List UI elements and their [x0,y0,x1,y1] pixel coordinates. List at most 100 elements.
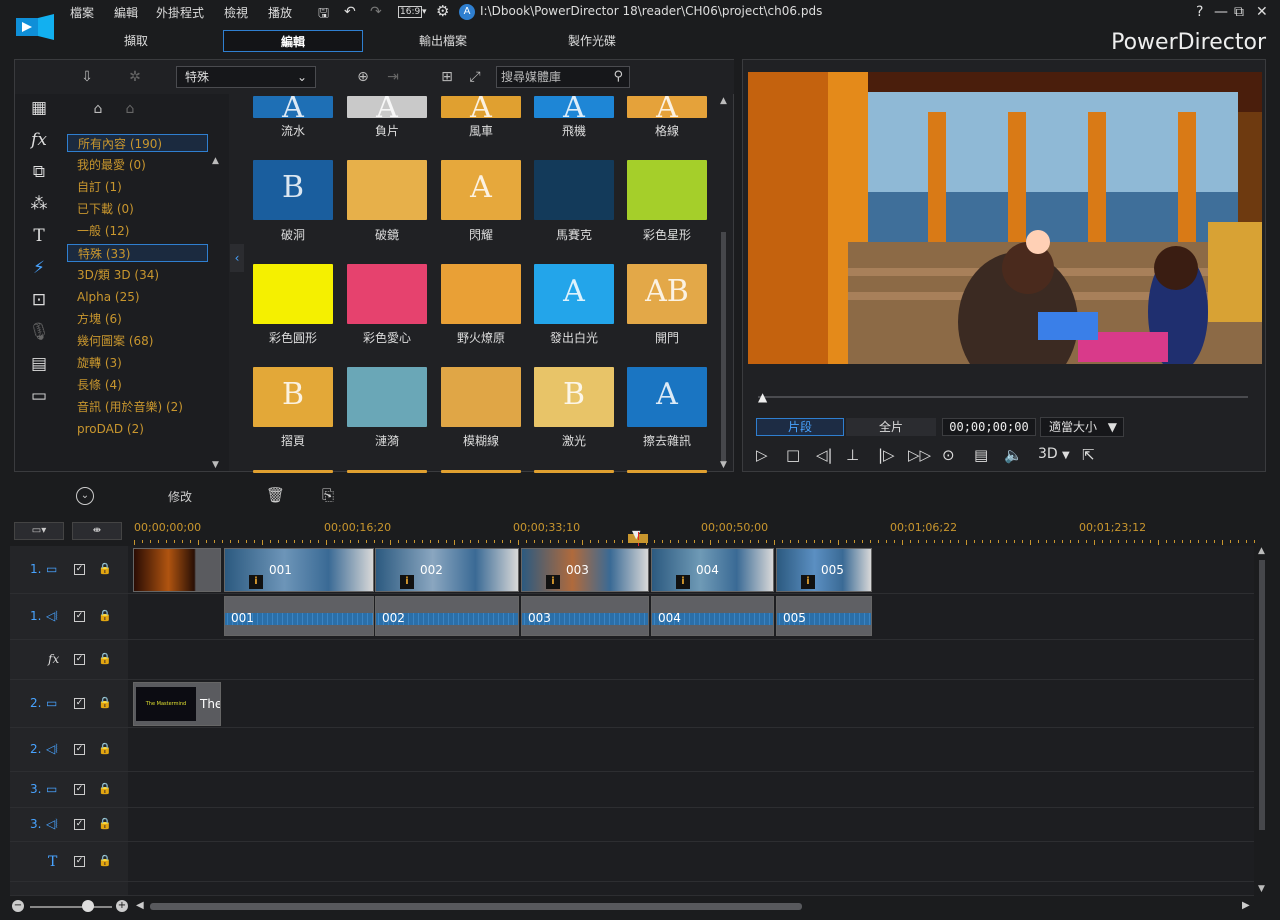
effect-thumbnail[interactable] [347,367,427,427]
aspect-ratio-button[interactable]: 16:9 [398,6,423,18]
prev-frame-icon[interactable]: ◁| [816,446,833,464]
voice-record-icon[interactable]: 🎙 [27,320,51,344]
video-clip[interactable]: 002 i [375,548,519,592]
lock-icon[interactable]: 🔒 [98,562,112,575]
restore-button[interactable]: ⧉ [1234,4,1244,20]
track-enable-checkbox[interactable]: ✓ [74,819,85,830]
zoom-in-icon[interactable]: + [116,900,128,912]
audio-clip[interactable]: 001 [224,596,374,636]
subtitle-room-icon[interactable]: ▭ [27,384,51,408]
category-item[interactable]: 已下載 (0) [67,200,208,218]
cat-scroll-up-icon[interactable]: ▲ [212,156,219,166]
menu-edit[interactable]: 編輯 [114,4,138,21]
effect-thumbnail[interactable] [441,470,521,473]
h-scroll-right-icon[interactable]: ▶ [1242,900,1250,911]
effect-thumbnail[interactable]: A [441,96,521,118]
remove-tag-icon[interactable]: ⌂ [121,100,139,118]
menu-plugins[interactable]: 外掛程式 [156,4,204,21]
track-enable-checkbox[interactable]: ✓ [74,784,85,795]
playhead-handle[interactable]: ▼ [632,528,640,541]
full-movie-button[interactable]: 全片 [846,418,936,436]
effect-thumbnail[interactable] [253,470,333,473]
settings-gear-icon[interactable]: ⚙ [436,2,449,20]
timecode-display[interactable]: 00;00;00;00 [942,418,1036,436]
effect-thumbnail[interactable]: A [347,96,427,118]
tab-produce[interactable]: 輸出檔案 [373,30,513,52]
3d-button[interactable]: 3D [1038,446,1058,462]
detach-preview-icon[interactable]: ⇱ [1082,446,1095,464]
particle-room-icon[interactable]: ⁂ [27,192,51,216]
volume-icon[interactable]: 🔈 [1004,446,1023,464]
fast-forward-icon[interactable]: ▷▷ [908,446,931,464]
track-enable-checkbox[interactable]: ✓ [74,856,85,867]
h-scroll-left-icon[interactable]: ◀ [136,900,144,911]
filter-dropdown[interactable]: 特殊 ⌄ [176,66,316,88]
effect-thumbnail[interactable]: A [627,367,707,427]
effect-thumbnail[interactable] [441,367,521,427]
timeline-menu-icon[interactable]: ⌄ [76,487,94,505]
tab-edit[interactable]: 編輯 [223,30,363,52]
subtitles-icon[interactable]: ▤ [974,446,988,464]
add-tag-icon[interactable]: ⌂ [89,100,107,118]
edit-list-icon[interactable]: ⎘ [322,486,334,504]
effect-thumbnail[interactable]: AB [627,264,707,324]
lock-icon[interactable]: 🔒 [98,782,112,795]
clip-info-badge[interactable]: i [546,575,560,589]
effect-thumbnail[interactable]: A [627,96,707,118]
transition-room-icon[interactable]: ⚡ [27,256,51,280]
intro-video-clip[interactable] [133,548,221,592]
segment-mode-button[interactable]: 片段 [756,418,844,436]
tab-capture[interactable]: 擷取 [66,30,206,52]
menu-file[interactable]: 檔案 [70,4,94,21]
lock-icon[interactable]: 🔒 [98,696,112,709]
library-scrollbar[interactable] [721,232,726,462]
category-item[interactable]: 幾何圖案 (68) [67,332,208,350]
effect-thumbnail[interactable]: A [441,160,521,220]
3d-chevron-icon[interactable]: ▼ [1062,450,1070,461]
aspect-chevron-icon[interactable]: ▾ [422,7,427,17]
search-icon[interactable]: ⚲ [613,67,623,87]
category-item[interactable]: 音訊 (用於音樂) (2) [67,398,208,416]
pip-room-icon[interactable]: ⧉ [27,160,51,184]
audio-clip[interactable]: 003 [521,596,649,636]
zoom-slider-handle[interactable] [82,900,94,912]
save-icon[interactable]: 🖫 [318,4,329,26]
resize-icon[interactable]: ⤢ [466,68,484,86]
new-item-icon[interactable]: ⊕ [354,68,372,86]
audio-clip[interactable]: 002 [375,596,519,636]
clip-info-badge[interactable]: i [249,575,263,589]
modify-button[interactable]: 修改 [168,488,192,505]
menu-play[interactable]: 播放 [268,4,292,21]
zoom-fit-dropdown[interactable]: 適當大小 ▼ [1040,417,1124,437]
clip-info-badge[interactable]: i [400,575,414,589]
delete-icon[interactable]: 🗑 [266,486,285,504]
undo-icon[interactable]: ↶ [344,4,356,20]
tl-scroll-down-icon[interactable]: ▼ [1258,884,1265,894]
effect-thumbnail[interactable]: A [534,96,614,118]
effect-thumbnail[interactable] [627,470,707,473]
category-item[interactable]: 一般 (12) [67,222,208,240]
category-item[interactable]: 我的最愛 (0) [67,156,208,174]
audio-clip[interactable]: 004 [651,596,774,636]
category-item[interactable]: proDAD (2) [67,420,208,438]
tl-scroll-up-icon[interactable]: ▲ [1258,546,1265,556]
audio-clip[interactable]: 005 [776,596,872,636]
clip-info-badge[interactable]: i [676,575,690,589]
effect-thumbnail[interactable]: A [253,96,333,118]
fx-room-icon[interactable]: fx [27,128,51,152]
chapter-room-icon[interactable]: ▤ [27,352,51,376]
help-button[interactable]: ? [1196,4,1203,20]
play-icon[interactable]: ▷ [756,446,768,464]
category-item[interactable]: 長條 (4) [67,376,208,394]
lock-icon[interactable]: 🔒 [98,817,112,830]
effect-thumbnail[interactable] [253,264,333,324]
snapshot-icon[interactable]: ⊙ [942,446,955,464]
effect-thumbnail[interactable]: B [534,367,614,427]
audio-mix-icon[interactable]: ⊡ [27,288,51,312]
effect-thumbnail[interactable] [347,470,427,473]
effect-thumbnail[interactable] [347,264,427,324]
import-media-icon[interactable]: ⇩ [78,68,96,86]
split-icon[interactable]: ⊥ [846,446,859,464]
menu-view[interactable]: 檢視 [224,4,248,21]
redo-icon[interactable]: ↷ [370,4,382,20]
